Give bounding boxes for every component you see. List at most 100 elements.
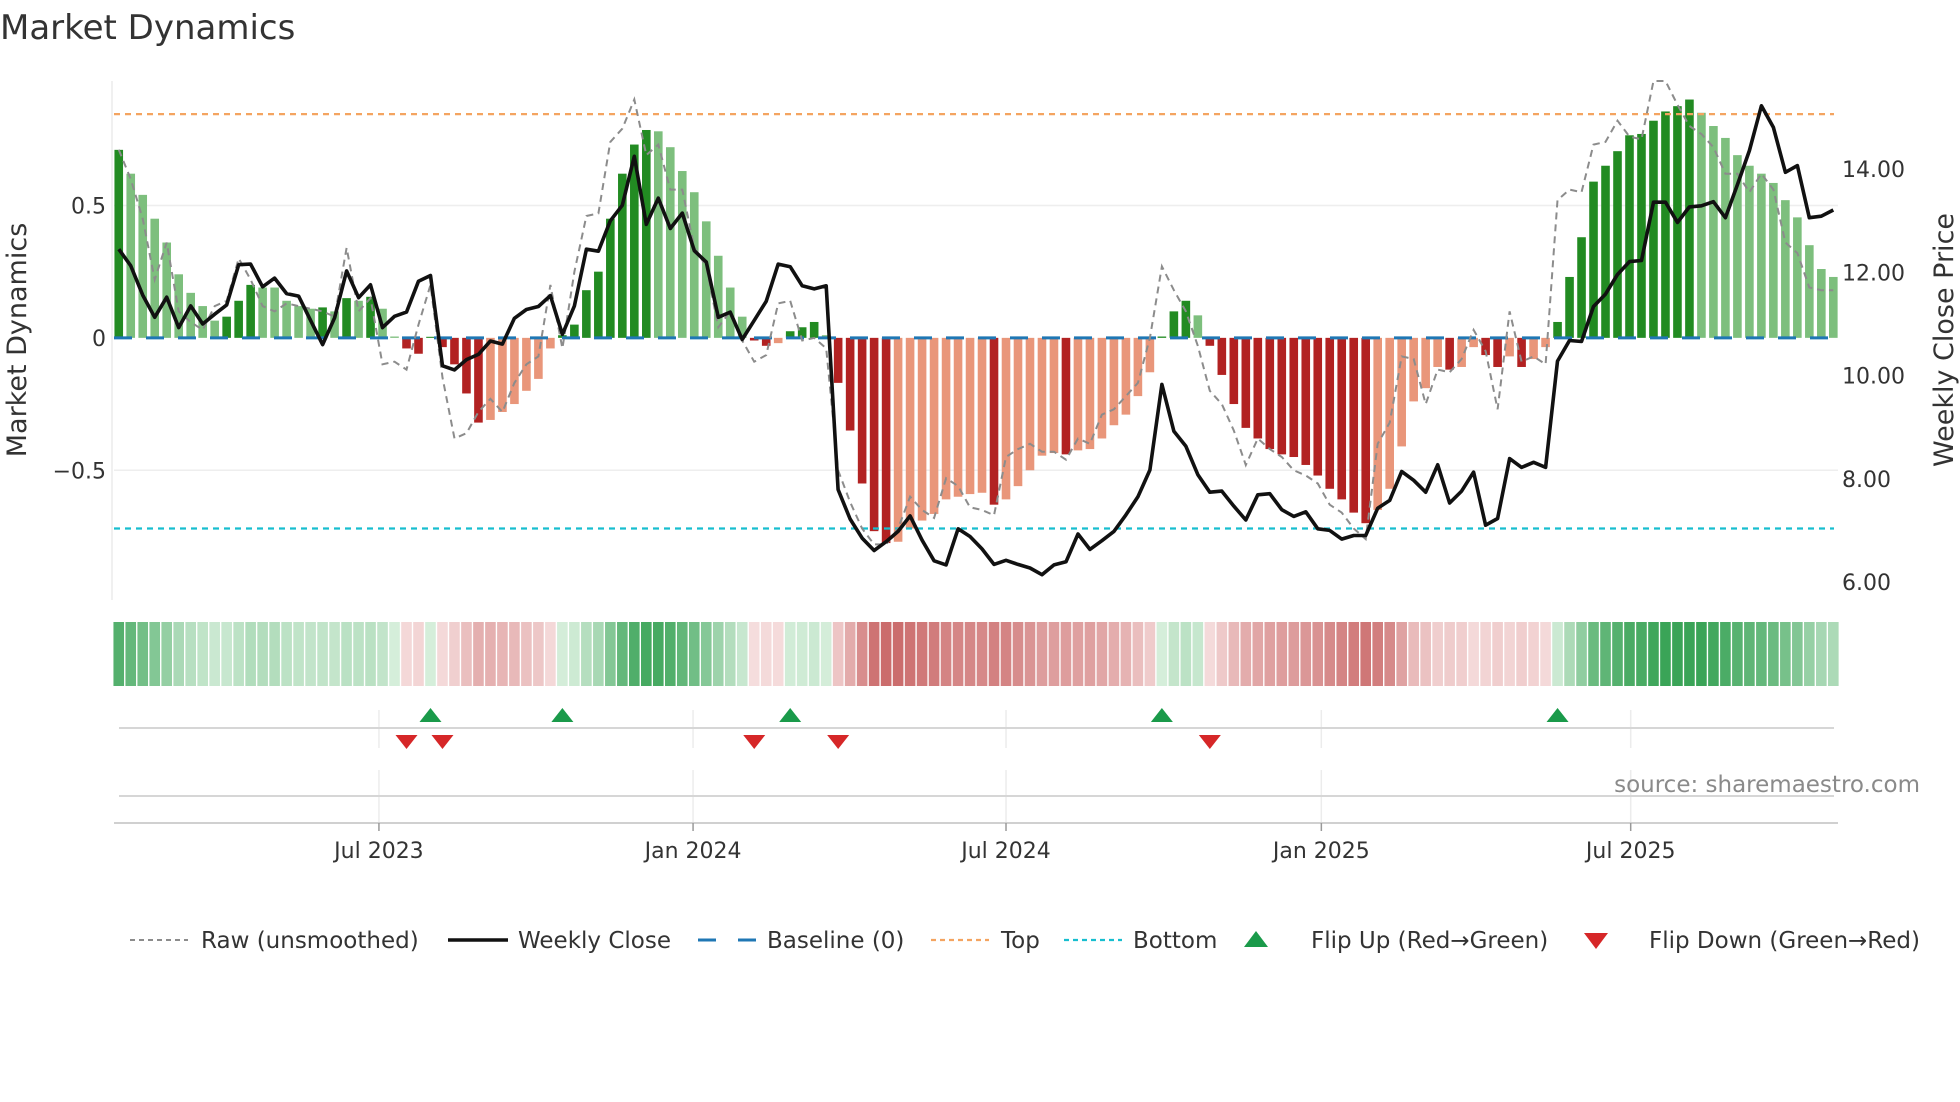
heat-cell bbox=[1180, 622, 1192, 686]
dynamics-bar bbox=[965, 337, 975, 495]
y-right-tick-label: 12.00 bbox=[1842, 261, 1905, 286]
dynamics-bar bbox=[1133, 337, 1143, 397]
heat-cell bbox=[1348, 622, 1360, 686]
heat-cell bbox=[593, 622, 604, 686]
line-series bbox=[117, 80, 1835, 577]
flip-up-marker bbox=[1150, 708, 1173, 722]
heat-cell bbox=[820, 622, 832, 686]
dynamics-bar bbox=[546, 337, 555, 349]
heat-cell bbox=[305, 622, 316, 686]
heat-cell bbox=[1612, 622, 1623, 686]
dynamics-bar bbox=[486, 337, 495, 420]
heat-cell bbox=[245, 622, 256, 686]
x-tick-label: Jul 2024 bbox=[959, 839, 1051, 864]
dynamics-bar bbox=[665, 147, 675, 338]
legend-label: Flip Down (Green→Red) bbox=[1649, 928, 1920, 954]
heat-cell bbox=[341, 622, 352, 686]
heat-cell bbox=[533, 622, 544, 686]
dynamics-bar bbox=[1649, 120, 1658, 338]
heat-cell bbox=[1000, 622, 1012, 686]
legend-item-close: Weekly Close bbox=[448, 928, 671, 954]
dynamics-bar bbox=[270, 287, 279, 338]
heat-cell bbox=[281, 622, 292, 686]
heat-cell bbox=[1048, 622, 1060, 686]
dynamics-bar bbox=[1445, 337, 1454, 370]
dynamics-bar bbox=[582, 290, 591, 338]
heat-cell bbox=[1240, 622, 1252, 686]
heat-cell bbox=[940, 622, 952, 686]
dynamics-bar bbox=[1613, 151, 1622, 338]
heat-cell bbox=[1672, 622, 1683, 686]
dynamics-bar bbox=[426, 336, 435, 338]
dynamics-bar bbox=[1025, 337, 1035, 471]
y-tick-label: 0.5 bbox=[71, 194, 106, 219]
dynamics-bar bbox=[642, 129, 651, 338]
heat-cell bbox=[1624, 622, 1635, 686]
dynamics-bar bbox=[1781, 200, 1790, 338]
dynamics-bar bbox=[1157, 336, 1167, 338]
y-right-tick-label: 14.00 bbox=[1842, 158, 1905, 183]
heat-cell bbox=[1660, 622, 1671, 686]
heat-cell bbox=[1312, 622, 1324, 686]
dynamics-bar bbox=[953, 337, 963, 497]
y-right-axis-label: Weekly Close Price bbox=[1929, 213, 1960, 467]
heat-cell bbox=[676, 622, 688, 686]
dynamics-bar bbox=[1397, 337, 1406, 447]
heat-cell bbox=[1096, 622, 1108, 686]
heat-cell bbox=[125, 622, 137, 686]
heat-cell bbox=[988, 622, 1000, 686]
dynamics-bar bbox=[857, 337, 867, 484]
heat-cell bbox=[1108, 622, 1120, 686]
legend-label: Top bbox=[1000, 928, 1040, 954]
heat-cell bbox=[173, 622, 184, 686]
heat-cell bbox=[1156, 622, 1168, 686]
y-axis-label: Market Dynamics bbox=[2, 223, 33, 458]
heat-cell bbox=[485, 622, 496, 686]
flip-down-icon bbox=[1584, 933, 1608, 949]
dynamics-bar bbox=[1289, 337, 1299, 458]
heat-cell bbox=[1216, 622, 1228, 686]
heat-cell bbox=[1804, 622, 1815, 686]
dynamics-bar bbox=[1073, 337, 1083, 451]
heat-cell bbox=[1468, 622, 1479, 686]
legend-item-baseline: Baseline (0) bbox=[698, 928, 904, 954]
dynamics-bar bbox=[929, 337, 939, 514]
heat-cell bbox=[1408, 622, 1419, 686]
flip-up-icon bbox=[1244, 931, 1268, 947]
dynamics-bar bbox=[1577, 237, 1586, 338]
dynamics-bar bbox=[258, 287, 267, 338]
dynamics-bar bbox=[1229, 337, 1239, 405]
heat-cell bbox=[1300, 622, 1312, 686]
heat-cell bbox=[688, 622, 700, 686]
dynamics-bar bbox=[1193, 315, 1203, 338]
heat-cell bbox=[1372, 622, 1383, 686]
heat-cell bbox=[509, 622, 520, 686]
weekly-close-line bbox=[117, 104, 1835, 577]
dynamics-bar bbox=[1745, 165, 1754, 338]
heat-cell bbox=[916, 622, 928, 686]
x-tick-label: Jul 2025 bbox=[1584, 839, 1676, 864]
heat-cell bbox=[1720, 622, 1731, 686]
heat-cell bbox=[976, 622, 988, 686]
heat-cell bbox=[1324, 622, 1336, 686]
dynamics-bar bbox=[1253, 337, 1263, 439]
legend-label: Baseline (0) bbox=[767, 928, 904, 954]
heat-cell bbox=[1264, 622, 1276, 686]
dynamics-bar bbox=[246, 284, 255, 338]
flip-up-marker bbox=[551, 708, 574, 722]
y-right-tick-label: 6.00 bbox=[1842, 571, 1891, 596]
dynamics-bar bbox=[1337, 337, 1347, 500]
dynamics-bar bbox=[1325, 337, 1335, 489]
dynamics-bar bbox=[654, 131, 663, 338]
dynamics-bar bbox=[833, 337, 843, 383]
dynamics-bar bbox=[1349, 337, 1359, 513]
heat-cell bbox=[1420, 622, 1431, 686]
dynamics-bar bbox=[977, 337, 987, 493]
heat-cell bbox=[569, 622, 580, 686]
y-tick-label: 0 bbox=[92, 327, 106, 352]
flip-down-marker bbox=[743, 735, 766, 749]
dynamics-bar bbox=[1637, 133, 1646, 338]
legend: Raw (unsmoothed) Weekly Close Baseline (0)… bbox=[130, 928, 1920, 954]
heat-cell bbox=[1012, 622, 1024, 686]
dynamics-bar bbox=[1409, 337, 1418, 402]
